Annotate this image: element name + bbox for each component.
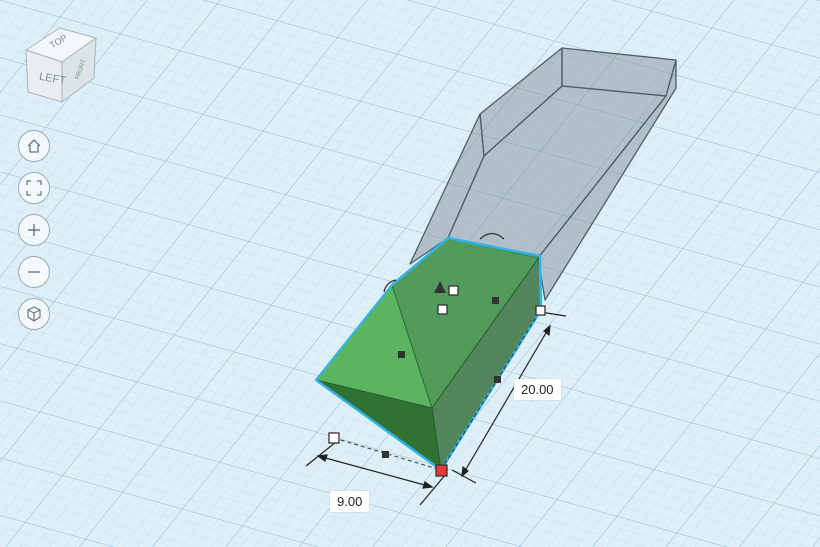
handle-corner-right[interactable] [535, 305, 546, 316]
handle-corner-active[interactable] [435, 464, 448, 477]
handle-elevation[interactable] [437, 304, 448, 315]
zoom-out-button[interactable] [18, 256, 50, 288]
view-cube[interactable]: TOP LEFT FRONT [20, 22, 102, 108]
zoom-in-button[interactable] [18, 214, 50, 246]
plus-icon [28, 224, 40, 236]
workplane-viewport[interactable] [0, 0, 820, 547]
handle-mid-side[interactable] [494, 376, 501, 383]
home-view-button[interactable] [18, 130, 50, 162]
fit-frame-icon [26, 180, 42, 196]
handle-corner-left[interactable] [328, 432, 340, 444]
fit-view-button[interactable] [18, 172, 50, 204]
handle-mid-back[interactable] [492, 297, 499, 304]
minus-icon [28, 271, 40, 273]
perspective-toggle-button[interactable] [18, 298, 50, 330]
length-dimension-input[interactable]: 20.00 [514, 379, 561, 400]
handle-height[interactable] [448, 285, 459, 296]
cube-perspective-icon [27, 306, 41, 322]
width-dimension-input[interactable]: 9.00 [330, 491, 370, 512]
home-icon [27, 139, 41, 153]
handle-mid-front[interactable] [382, 451, 389, 458]
handle-mid-left[interactable] [398, 351, 405, 358]
